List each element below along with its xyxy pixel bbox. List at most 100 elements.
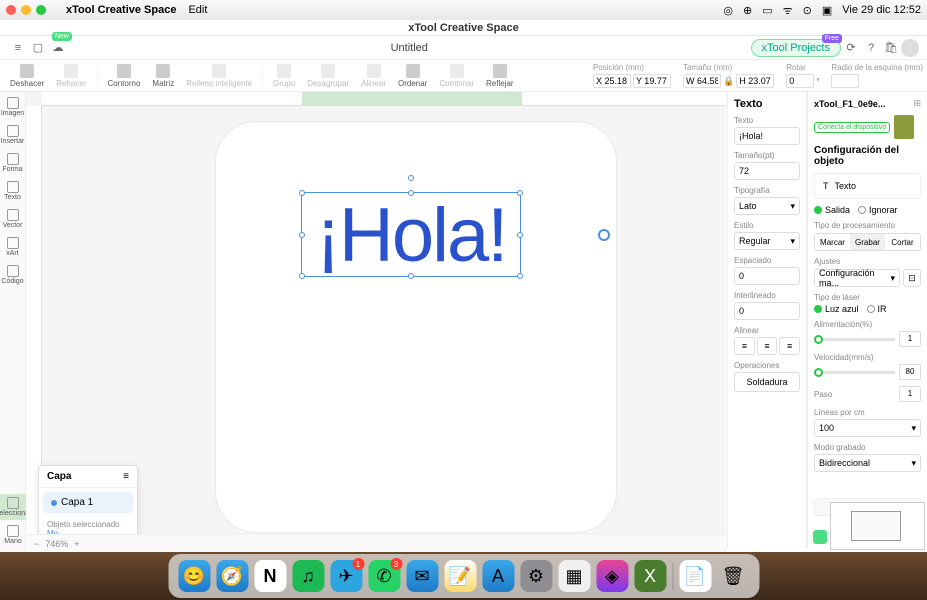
resize-handle-bl[interactable] [299, 273, 305, 279]
sidebar-vector[interactable]: Vector [0, 206, 25, 232]
finder-icon[interactable]: 😊 [178, 560, 210, 592]
control-center-icon[interactable]: ◎ [723, 4, 733, 17]
sidebar-imagen[interactable]: Imagen [0, 94, 25, 120]
history-icon[interactable]: ⟳ [841, 38, 861, 58]
menubar-datetime[interactable]: Vie 29 dic 12:52 [842, 4, 921, 16]
menu-icon[interactable]: ≡ [8, 38, 28, 58]
grabar-tab[interactable]: Grabar [850, 234, 885, 250]
estilo-select[interactable]: Regular▾ [734, 232, 800, 250]
tamano-input[interactable] [734, 162, 800, 180]
lock-aspect-icon[interactable]: 🔒 [723, 76, 734, 87]
matrix-button[interactable]: Matriz [146, 61, 180, 91]
downloads-icon[interactable]: 📄 [679, 560, 711, 592]
w-input[interactable] [683, 74, 721, 88]
cortar-tab[interactable]: Cortar [885, 234, 920, 250]
veloc-value[interactable]: 80 [899, 364, 921, 380]
rotate-input[interactable] [786, 74, 814, 88]
ignorar-radio[interactable]: Ignorar [858, 205, 898, 215]
folder-icon[interactable]: ▢ [28, 38, 48, 58]
ir-radio[interactable]: IR [867, 304, 887, 314]
config-select[interactable]: Configuración ma...▾ [814, 269, 900, 287]
sidebar-texto[interactable]: Texto [0, 178, 25, 204]
whatsapp-icon[interactable]: ✆3 [368, 560, 400, 592]
y-input[interactable] [633, 74, 671, 88]
sidebar-xart[interactable]: xArt [0, 234, 25, 260]
wifi-icon[interactable]: ᯤ [783, 3, 793, 18]
canvas-text[interactable]: ¡Hola! [302, 193, 520, 278]
device-name[interactable]: xTool_F1_0e9e... [814, 99, 909, 109]
text-selection-box[interactable]: ¡Hola! [301, 192, 521, 277]
zoom-in-button[interactable]: + [74, 539, 79, 549]
close-window-dot[interactable] [6, 5, 16, 15]
zoom-out-button[interactable]: − [34, 539, 39, 549]
process-button[interactable] [813, 530, 827, 544]
resize-handle-tr[interactable] [517, 190, 523, 196]
launchpad-icon[interactable]: ▦ [558, 560, 590, 592]
cloud-icon[interactable]: ☁New [48, 38, 68, 58]
config-save-icon[interactable]: ⊡ [903, 269, 921, 287]
sidebar-insertar[interactable]: Insertar [0, 122, 25, 148]
resize-handle-ml[interactable] [299, 232, 305, 238]
resize-handle-bc[interactable] [408, 273, 414, 279]
luz-azul-radio[interactable]: Luz azul [814, 304, 859, 314]
x-input[interactable] [593, 74, 631, 88]
sidebar-codigo[interactable]: Código [0, 262, 25, 288]
paso-value[interactable]: 1 [899, 386, 921, 402]
salida-radio[interactable]: Salida [814, 205, 850, 215]
device-expand-icon[interactable]: ⊞ [913, 98, 921, 109]
reflect-button[interactable]: Reflejar [480, 61, 520, 91]
canvas-minimap[interactable] [830, 502, 925, 550]
appstore-icon[interactable]: A [482, 560, 514, 592]
aliment-value[interactable]: 1 [899, 331, 921, 347]
resize-handle-mr[interactable] [517, 232, 523, 238]
screen-icon[interactable]: ▣ [822, 4, 832, 17]
telegram-icon[interactable]: ✈1 [330, 560, 362, 592]
minimize-window-dot[interactable] [21, 5, 31, 15]
edit-menu[interactable]: Edit [188, 4, 207, 16]
layers-menu-icon[interactable]: ≡ [123, 471, 129, 482]
cart-icon[interactable]: 🛍 [881, 38, 901, 58]
app-menu[interactable]: xTool Creative Space [66, 4, 176, 16]
interlineado-input[interactable] [734, 302, 800, 320]
xtool-icon[interactable]: X [634, 560, 666, 592]
search-icon[interactable]: ⊙ [803, 4, 812, 17]
spotlight-icon[interactable]: ⊕ [743, 4, 752, 17]
hand-tool[interactable]: Mano [0, 522, 26, 548]
layer-item[interactable]: Capa 1 [43, 492, 133, 513]
tipografia-select[interactable]: Lato▾ [734, 197, 800, 215]
align-right-button[interactable]: ≡ [779, 337, 800, 355]
trash-icon[interactable]: 🗑 [717, 560, 749, 592]
rotate-handle[interactable] [598, 229, 610, 241]
outline-button[interactable]: Contorno [102, 61, 147, 91]
modo-select[interactable]: Bidireccional▾ [814, 454, 921, 472]
texto-input[interactable] [734, 127, 800, 145]
radius-input[interactable] [831, 74, 859, 88]
soldadura-button[interactable]: Soldadura [734, 372, 800, 392]
connect-device-button[interactable]: Conecta el dispositivo [814, 122, 890, 133]
select-tool[interactable]: Seleccionar [0, 494, 26, 520]
maximize-window-dot[interactable] [36, 5, 46, 15]
undo-button[interactable]: Deshacer [4, 61, 50, 91]
settings-icon[interactable]: ⚙ [520, 560, 552, 592]
layers-panel[interactable]: Capa≡ Capa 1 Objeto seleccionado Mo... [38, 465, 138, 545]
marcar-tab[interactable]: Marcar [815, 234, 850, 250]
resize-handle-br[interactable] [517, 273, 523, 279]
battery-icon[interactable]: ▭ [762, 4, 772, 17]
align-left-button[interactable]: ≡ [734, 337, 755, 355]
artboard[interactable] [216, 122, 616, 532]
safari-icon[interactable]: 🧭 [216, 560, 248, 592]
spotify-icon[interactable]: ♫ [292, 560, 324, 592]
h-input[interactable] [736, 74, 774, 88]
user-avatar[interactable] [901, 39, 919, 57]
mail-icon[interactable]: ✉ [406, 560, 438, 592]
object-type-button[interactable]: T Texto [814, 173, 921, 199]
document-title[interactable]: Untitled [68, 42, 751, 54]
zoom-level[interactable]: 746% [45, 539, 68, 549]
help-icon[interactable]: ? [861, 38, 881, 58]
lineas-select[interactable]: 100▾ [814, 419, 921, 437]
notes-icon[interactable]: 📝 [444, 560, 476, 592]
top-rotate-handle[interactable] [408, 175, 414, 181]
resize-handle-tc[interactable] [408, 190, 414, 196]
aliment-slider[interactable] [814, 338, 895, 341]
sidebar-forma[interactable]: Forma [0, 150, 25, 176]
